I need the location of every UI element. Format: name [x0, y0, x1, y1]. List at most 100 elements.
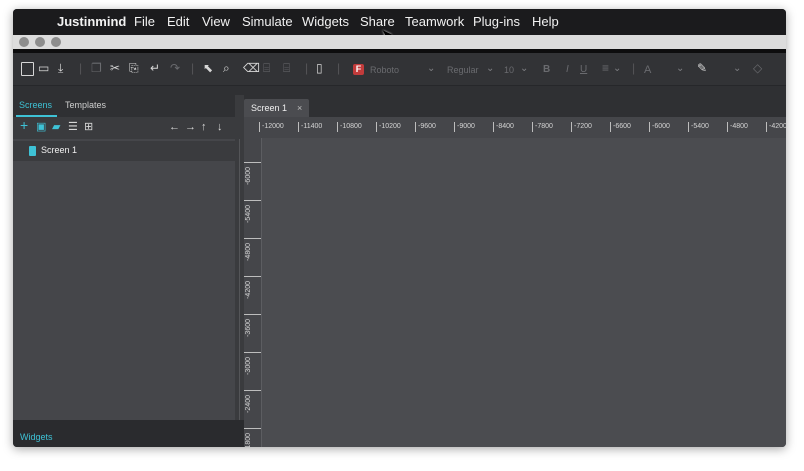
close-window-icon[interactable] — [19, 37, 29, 47]
ruler-tick-label: -5400 — [688, 122, 709, 132]
app-window: Justinmind File Edit View Simulate Widge… — [13, 9, 786, 447]
add-folder-icon[interactable]: ▰ — [52, 121, 60, 134]
ruler-tick-label: -6000 — [245, 167, 252, 185]
ruler-tick-label: -7800 — [532, 122, 553, 132]
menu-teamwork[interactable]: Teamwork — [405, 14, 464, 29]
canvas-tab-bar: Screen 1 × — [244, 95, 786, 117]
arrow-up-icon[interactable]: ↑ — [201, 121, 207, 134]
window-titlebar — [13, 35, 786, 49]
grid-view-icon[interactable]: ⊞ — [84, 121, 93, 134]
toolbar-separator: | — [79, 61, 83, 75]
font-style-select[interactable]: Regular — [447, 62, 479, 78]
list-item[interactable]: Screen 1 — [13, 141, 235, 161]
minimize-window-icon[interactable] — [35, 37, 45, 47]
redo-icon[interactable]: ↷ — [170, 60, 180, 76]
ruler-tick: -1800 — [244, 428, 261, 447]
menu-widgets[interactable]: Widgets — [302, 14, 349, 29]
add-screen-icon[interactable]: + — [20, 118, 28, 132]
chevron-down-icon[interactable]: ⌄ — [676, 63, 684, 74]
chevron-down-icon[interactable]: ⌄ — [733, 63, 741, 74]
ruler-tick: -6000 — [244, 162, 261, 197]
chevron-down-icon[interactable]: ⌄ — [613, 63, 621, 74]
ruler-tick-label: -4200 — [766, 122, 786, 132]
ruler-tick-label: -8400 — [493, 122, 514, 132]
ruler-tick-label: -11400 — [298, 122, 322, 132]
list-view-icon[interactable]: ☰ — [68, 121, 78, 134]
menu-bar: Justinmind File Edit View Simulate Widge… — [13, 9, 786, 35]
ruler-tick-label: -5400 — [245, 205, 252, 223]
arrow-down-icon[interactable]: ↓ — [217, 121, 223, 134]
screens-toolbar: + ▣ ▰ ☰ ⊞ ← → ↑ ↓ — [13, 117, 235, 139]
undo-icon[interactable]: ↵ — [150, 60, 160, 76]
arrow-left-icon[interactable]: ← — [169, 121, 180, 134]
font-family-select[interactable]: Roboto — [370, 62, 399, 78]
chevron-down-icon[interactable]: ⌄ — [520, 63, 528, 74]
menu-file[interactable]: File — [134, 14, 155, 29]
menu-edit[interactable]: Edit — [167, 14, 189, 29]
vertical-ruler: -6000 -5400 -4800 -4200 -3600 -3000 -2400 -1800 — [244, 138, 262, 447]
toolbar-separator: | — [337, 61, 341, 75]
format-painter-icon[interactable]: ⌸ — [263, 60, 270, 76]
cut-icon[interactable]: ✂ — [110, 60, 120, 76]
toolbar-separator: | — [191, 61, 195, 75]
fill-drop-icon[interactable]: ◇ — [753, 60, 762, 76]
pen-tool-icon[interactable]: ✎ — [697, 60, 707, 76]
close-icon[interactable]: × — [297, 103, 302, 113]
new-file-icon[interactable] — [21, 62, 34, 76]
ruler-tick-label: -2400 — [245, 395, 252, 413]
main-toolbar: ▭ ⤓ | ❐ ✂ ⎘ ↵ ↷ | ⬉ ⌕ ⌫ ⌸ ⌸ | ▯ | F Robo… — [13, 53, 786, 86]
ruler-tick: -3000 — [244, 352, 261, 387]
screen-label: Screen 1 — [41, 145, 78, 155]
chevron-down-icon[interactable]: ⌄ — [486, 63, 494, 74]
widgets-label[interactable]: Widgets — [20, 432, 53, 442]
copy-icon[interactable]: ❐ — [91, 60, 102, 76]
ruler-tick-label: -10200 — [376, 122, 401, 132]
menu-app-name[interactable]: Justinmind — [57, 14, 126, 29]
menu-view[interactable]: View — [202, 14, 230, 29]
zoom-tool-icon[interactable]: ⌕ — [223, 60, 230, 76]
open-folder-icon[interactable]: ▭ — [38, 60, 49, 76]
menu-help[interactable]: Help — [532, 14, 559, 29]
font-size-select[interactable]: 10 — [504, 62, 514, 78]
zoom-window-icon[interactable] — [51, 37, 61, 47]
italic-button[interactable]: I — [566, 62, 569, 78]
ruler-tick-label: -4800 — [727, 122, 748, 132]
add-image-screen-icon[interactable]: ▣ — [36, 121, 46, 134]
screens-tree: Screen 1 — [13, 139, 235, 420]
paint-bucket-icon[interactable]: ⌸ — [283, 60, 290, 76]
splitter-handle[interactable] — [239, 139, 240, 420]
bold-button[interactable]: B — [543, 62, 550, 78]
underline-button[interactable]: U — [580, 62, 587, 78]
left-panel-tabs: Screens Templates — [13, 95, 235, 117]
ruler-tick: -4200 — [244, 276, 261, 311]
device-preview-icon[interactable]: ▯ — [316, 60, 323, 76]
ruler-tick: -4800 — [244, 238, 261, 273]
ruler-tick-label: -6000 — [649, 122, 670, 132]
ruler-tick: -3600 — [244, 314, 261, 349]
screen-file-icon — [29, 146, 36, 156]
text-color-button[interactable]: A — [644, 62, 651, 78]
select-tool-icon[interactable]: ⬉ — [203, 60, 213, 76]
widgets-panel-header[interactable]: Widgets — [13, 420, 244, 447]
menu-simulate[interactable]: Simulate — [242, 14, 293, 29]
ruler-tick-label: -7200 — [571, 122, 592, 132]
text-align-icon[interactable]: ≡ — [602, 60, 609, 76]
ruler-tick-label: -4200 — [245, 281, 252, 299]
ruler-tick-label: -3000 — [245, 357, 252, 375]
ruler-tick: -2400 — [244, 390, 261, 425]
export-icon[interactable]: ⤓ — [58, 60, 63, 76]
toolbar-separator: | — [632, 61, 636, 75]
tab-screen-1[interactable]: Screen 1 × — [244, 99, 309, 117]
chevron-down-icon[interactable]: ⌄ — [427, 63, 435, 74]
font-family-icon: F — [353, 64, 364, 75]
menu-plugins[interactable]: Plug-ins — [473, 14, 520, 29]
tab-screens[interactable]: Screens — [19, 100, 52, 110]
canvas-tab-label: Screen 1 — [251, 103, 288, 113]
ruler-tick-label: -9000 — [454, 122, 475, 132]
ruler-tick-label: -10800 — [337, 122, 362, 132]
tab-templates[interactable]: Templates — [65, 100, 106, 110]
design-canvas[interactable] — [262, 138, 786, 447]
arrow-right-icon[interactable]: → — [185, 121, 196, 134]
eraser-icon[interactable]: ⌫ — [243, 60, 260, 76]
paste-icon[interactable]: ⎘ — [129, 60, 139, 76]
